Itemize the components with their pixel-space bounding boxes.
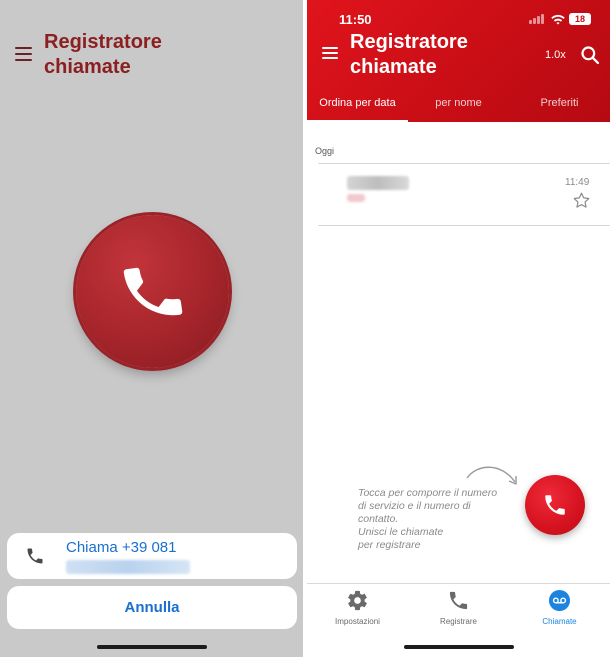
call-number-label[interactable]: Chiama +39 081 [66, 539, 177, 556]
sort-tabs: Ordina per data per nome Preferiti [307, 92, 610, 122]
section-header-today: Oggi [315, 146, 335, 156]
hamburger-menu-icon[interactable] [322, 47, 338, 60]
phone-icon [449, 591, 468, 610]
hint-text: Tocca per comporre il numero di servizio… [358, 487, 518, 552]
cellular-signal-icon [529, 14, 545, 24]
phone-icon [123, 267, 183, 316]
divider [318, 225, 610, 226]
cancel-button[interactable]: Annulla [7, 586, 297, 629]
hint-line: contatto. [358, 513, 399, 525]
blurred-contact-name [347, 176, 409, 190]
voicemail-icon [548, 589, 571, 612]
status-icons: 18 [529, 12, 599, 26]
record-call-button[interactable] [76, 215, 229, 368]
app-title: Registratore chiamate [44, 31, 162, 78]
call-action-sheet[interactable]: Chiama +39 081 [7, 533, 297, 579]
app-header: 11:50 18 Registratore chiamate 1.0x Ordi… [307, 0, 610, 122]
hint-line: Unisci le chiamate [358, 526, 444, 538]
hint-line: per registrare [358, 539, 421, 551]
gear-icon [348, 590, 367, 611]
hamburger-menu-icon[interactable] [15, 47, 32, 61]
status-time: 11:50 [339, 12, 372, 27]
phone-icon [27, 548, 43, 564]
recording-time: 11:49 [565, 177, 590, 188]
bottom-navigation: Impostazioni Registrare Chiamate [307, 583, 610, 635]
hint-line: di servizio e il numero di [358, 500, 471, 512]
right-screen: 11:50 18 Registratore chiamate 1.0x Ordi… [307, 0, 610, 657]
nav-label: Impostazioni [335, 617, 380, 626]
curved-arrow-icon [466, 466, 517, 485]
tab-sort-by-name[interactable]: per nome [408, 97, 509, 109]
left-screen: Registratore chiamate Chiama +39 081 Ann… [0, 0, 303, 657]
tab-sort-by-date[interactable]: Ordina per data [307, 97, 408, 109]
playback-speed-button[interactable]: 1.0x [545, 49, 566, 61]
home-indicator[interactable] [97, 645, 207, 649]
battery-icon: 18 [569, 13, 591, 25]
nav-label: Chiamate [542, 617, 577, 626]
nav-label: Registrare [440, 617, 477, 626]
star-icon[interactable] [572, 191, 591, 210]
app-title: Registratore chiamate [350, 31, 468, 78]
screenshot-stage: Registratore chiamate Chiama +39 081 Ann… [0, 0, 610, 657]
recording-list-item[interactable]: 11:49 [307, 164, 610, 225]
blurred-contact-detail [347, 194, 365, 202]
blurred-phone-number [66, 560, 190, 574]
new-call-fab-button[interactable] [525, 475, 585, 535]
active-tab-indicator [307, 120, 408, 122]
phone-icon [545, 495, 565, 515]
hint-line: Tocca per comporre il numero [358, 487, 498, 499]
home-indicator[interactable] [404, 645, 514, 649]
search-icon[interactable] [580, 45, 600, 65]
tab-favorites[interactable]: Preferiti [509, 97, 610, 109]
wifi-icon [551, 14, 565, 25]
